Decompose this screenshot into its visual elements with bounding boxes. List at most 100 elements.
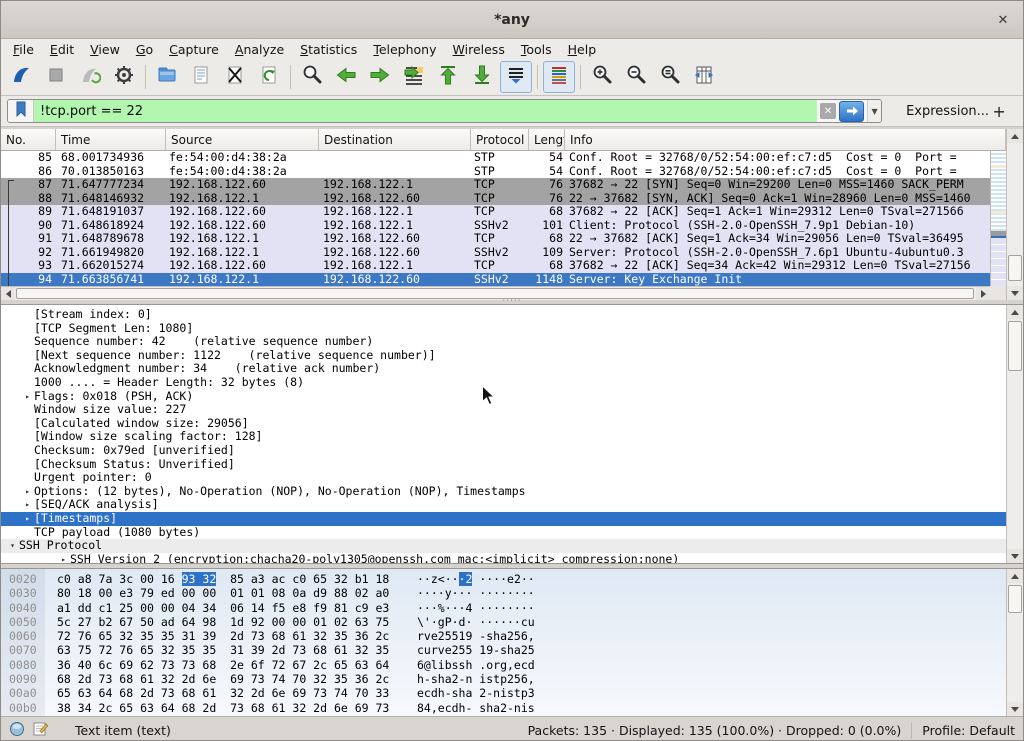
detail-row[interactable]: [Next sequence number: 1122 (relative se… — [1, 349, 1006, 363]
go-last-button[interactable] — [466, 61, 498, 93]
detail-row[interactable]: 1000 .... = Header Length: 32 bytes (8) — [1, 376, 1006, 390]
column-header-info[interactable]: Info — [565, 129, 1006, 151]
capture-options-button[interactable] — [108, 61, 140, 93]
column-header-length[interactable]: Length — [529, 129, 565, 151]
find-packet-button[interactable] — [296, 61, 328, 93]
packet-row-86[interactable]: 8670.013850163fe:54:00:d4:38:2aSTP54Conf… — [1, 165, 990, 179]
menu-wireless[interactable]: Wireless — [445, 40, 513, 59]
hex-row[interactable]: 003080 18 00 e3 79 ed 00 00 01 01 08 0a … — [1, 586, 1006, 600]
zoom-in-button[interactable] — [586, 61, 618, 93]
detail-row[interactable]: Acknowledgment number: 34 (relative ack … — [1, 362, 1006, 376]
go-forward-button[interactable] — [364, 61, 396, 93]
hex-row[interactable]: 00505c 27 b2 67 50 ad 64 98 1d 92 00 00 … — [1, 615, 1006, 629]
hex-row[interactable]: 009068 2d 73 68 61 32 2d 6e 69 73 74 70 … — [1, 672, 1006, 686]
menu-telephony[interactable]: Telephony — [365, 40, 444, 59]
packet-row-91[interactable]: 9171.648789678192.168.122.1192.168.122.6… — [1, 232, 990, 246]
scroll-left-button[interactable] — [1, 287, 15, 300]
scroll-down-button[interactable] — [1007, 286, 1023, 300]
go-first-button[interactable] — [432, 61, 464, 93]
scrollbar-thumb[interactable] — [16, 288, 974, 299]
column-header-time[interactable]: Time — [56, 129, 166, 151]
packet-list-hscrollbar[interactable] — [1, 286, 990, 300]
hex-row[interactable]: 006072 76 65 32 35 35 31 39 2d 73 68 61 … — [1, 629, 1006, 643]
expander-icon[interactable]: ▸ — [21, 485, 34, 499]
packet-row-94-selected[interactable]: 9471.663856741192.168.122.1192.168.122.6… — [1, 273, 990, 287]
menu-analyze[interactable]: Analyze — [227, 40, 292, 59]
detail-row-ssh-protocol[interactable]: ▾SSH Protocol — [1, 539, 1006, 553]
hex-row[interactable]: 007063 75 72 76 65 32 35 35 31 39 2d 73 … — [1, 643, 1006, 657]
packet-list-vscrollbar[interactable] — [1006, 129, 1023, 300]
hex-row[interactable]: 00b038 34 2c 65 63 64 68 2d 73 68 61 32 … — [1, 701, 1006, 715]
scroll-up-button[interactable] — [1007, 305, 1023, 319]
menu-file[interactable]: File — [5, 40, 42, 59]
packet-row-90[interactable]: 9071.648618924192.168.122.60192.168.122.… — [1, 219, 990, 233]
zoom-out-button[interactable] — [620, 61, 652, 93]
expert-info-button[interactable] — [9, 721, 25, 740]
resize-columns-button[interactable] — [688, 61, 720, 93]
menu-go[interactable]: Go — [128, 40, 161, 59]
expander-icon[interactable]: ▸ — [21, 498, 34, 512]
filter-clear-button[interactable]: ✕ — [820, 103, 836, 119]
detail-row[interactable]: [Stream index: 0] — [1, 308, 1006, 322]
auto-scroll-button[interactable] — [500, 61, 532, 93]
expander-icon[interactable]: ▸ — [21, 390, 34, 404]
packet-row-88[interactable]: 8871.648146932192.168.122.1192.168.122.6… — [1, 192, 990, 206]
close-window-button[interactable]: ✕ — [993, 10, 1013, 30]
scrollbar-thumb[interactable] — [1008, 255, 1022, 281]
detail-row-timestamps-selected[interactable]: ▸[Timestamps] — [1, 512, 1006, 526]
restart-capture-button[interactable] — [74, 61, 106, 93]
detail-row[interactable]: Sequence number: 42 (relative sequence n… — [1, 335, 1006, 349]
menu-view[interactable]: View — [82, 40, 128, 59]
start-capture-button[interactable] — [6, 61, 38, 93]
detail-row[interactable]: [Calculated window size: 29056] — [1, 417, 1006, 431]
scroll-down-button[interactable] — [1007, 702, 1023, 716]
filter-apply-button[interactable] — [839, 101, 864, 122]
close-file-button[interactable] — [219, 61, 251, 93]
detail-row[interactable]: [Checksum Status: Unverified] — [1, 458, 1006, 472]
packet-row-92[interactable]: 9271.661949820192.168.122.1192.168.122.6… — [1, 246, 990, 260]
detail-row-flags[interactable]: ▸Flags: 0x018 (PSH, ACK) — [1, 390, 1006, 404]
detail-row[interactable]: Window size value: 227 — [1, 403, 1006, 417]
filter-bookmark-button[interactable] — [8, 100, 34, 122]
detail-row[interactable]: TCP payload (1080 bytes) — [1, 526, 1006, 540]
packet-row-87[interactable]: 8771.647777234192.168.122.60192.168.122.… — [1, 178, 990, 192]
menu-edit[interactable]: Edit — [42, 40, 82, 59]
hex-row[interactable]: 0040a1 dd c1 25 00 00 04 34 06 14 f5 e8 … — [1, 601, 1006, 615]
packet-list-minimap[interactable] — [990, 151, 1006, 286]
scrollbar-thumb[interactable] — [1008, 321, 1022, 371]
expander-icon[interactable]: ▾ — [6, 539, 19, 553]
scroll-up-button[interactable] — [1007, 569, 1023, 583]
go-back-button[interactable] — [330, 61, 362, 93]
colorize-packets-button[interactable] — [543, 61, 575, 93]
hex-row[interactable]: 00a065 63 64 68 2d 73 68 61 32 2d 6e 69 … — [1, 686, 1006, 700]
scroll-down-button[interactable] — [1007, 549, 1023, 563]
detail-row[interactable]: [Window size scaling factor: 128] — [1, 430, 1006, 444]
detail-vscrollbar[interactable] — [1006, 305, 1023, 563]
hex-vscrollbar[interactable] — [1006, 569, 1023, 716]
column-header-no[interactable]: No. — [1, 129, 56, 151]
scrollbar-thumb[interactable] — [1008, 585, 1022, 613]
column-header-destination[interactable]: Destination — [319, 129, 471, 151]
scroll-right-button[interactable] — [976, 287, 990, 300]
expander-icon[interactable]: ▸ — [21, 512, 34, 526]
packet-row-89[interactable]: 8971.648191037192.168.122.60192.168.122.… — [1, 205, 990, 219]
detail-row[interactable]: Urgent pointer: 0 — [1, 471, 1006, 485]
add-filter-button[interactable]: + — [989, 102, 1009, 121]
column-header-protocol[interactable]: Protocol — [471, 129, 529, 151]
hex-row[interactable]: 008036 40 6c 69 62 73 73 68 2e 6f 72 67 … — [1, 658, 1006, 672]
menu-capture[interactable]: Capture — [161, 40, 227, 59]
capture-comment-button[interactable] — [33, 721, 49, 740]
reload-file-button[interactable] — [253, 61, 285, 93]
hex-row[interactable]: 0020c0 a8 7a 3c 00 16 93 32 85 a3 ac c0 … — [1, 572, 1006, 586]
expression-button[interactable]: Expression... — [906, 104, 989, 119]
scroll-up-button[interactable] — [1007, 129, 1023, 143]
detail-row[interactable]: Checksum: 0x79ed [unverified] — [1, 444, 1006, 458]
detail-row[interactable]: [TCP Segment Len: 1080] — [1, 322, 1006, 336]
column-header-source[interactable]: Source — [166, 129, 319, 151]
menu-help[interactable]: Help — [560, 40, 605, 59]
save-file-button[interactable] — [185, 61, 217, 93]
open-file-button[interactable] — [151, 61, 183, 93]
menu-tools[interactable]: Tools — [513, 40, 560, 59]
packet-row-85[interactable]: 8568.001734936fe:54:00:d4:38:2aSTP54Conf… — [1, 151, 990, 165]
stop-capture-button[interactable] — [40, 61, 72, 93]
